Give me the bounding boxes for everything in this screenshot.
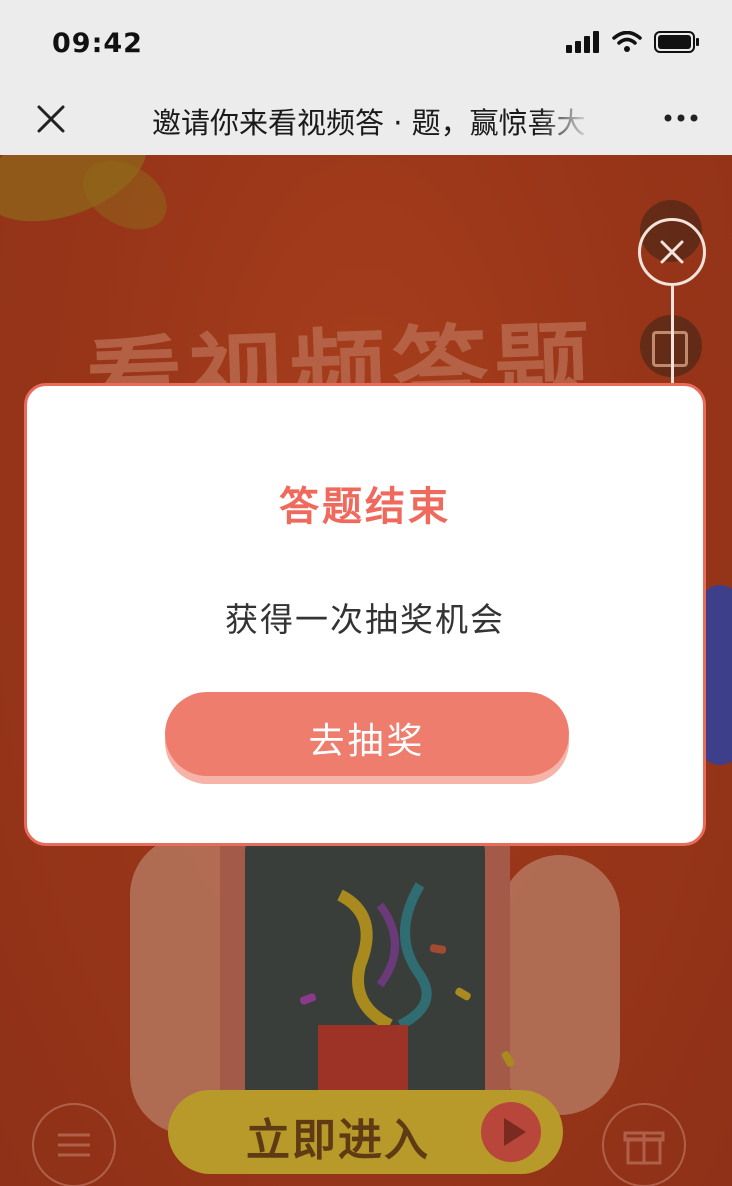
status-icons [566,30,700,54]
enter-button[interactable]: 立即进入 [168,1090,563,1174]
enter-button-label: 立即进入 [246,1115,430,1166]
modal-description: 获得一次抽奖机会 [225,600,505,639]
more-icon[interactable] [664,106,698,130]
page-title: 邀请你来看视频答 · 题，赢惊喜大 [152,106,586,140]
draw-lottery-button[interactable]: 去抽奖 [165,692,569,776]
draw-lottery-button-label: 去抽奖 [308,721,426,762]
gift-button[interactable] [602,1103,686,1186]
gift-box-illustration [318,1025,408,1095]
status-time: 09:42 [52,28,143,59]
menu-button[interactable] [32,1103,116,1186]
modal-close-button[interactable] [638,218,706,286]
gift-icon [623,1131,665,1165]
signal-icon [566,31,599,53]
wifi-icon [612,31,642,52]
result-modal: 答题结束 获得一次抽奖机会 去抽奖 [24,383,706,846]
menu-icon [58,1133,90,1157]
close-icon[interactable] [34,102,68,136]
play-icon [481,1102,541,1162]
status-bar: 09:42 [0,0,732,88]
battery-icon [654,31,699,53]
modal-title: 答题结束 [279,484,451,530]
nav-bar: 邀请你来看视频答 · 题，赢惊喜大 [0,88,732,155]
decor-hand-right [500,855,620,1115]
share-icon [652,331,688,367]
close-icon [660,240,684,264]
ribbon-illustration [337,882,432,1031]
close-connector-line [671,286,674,384]
